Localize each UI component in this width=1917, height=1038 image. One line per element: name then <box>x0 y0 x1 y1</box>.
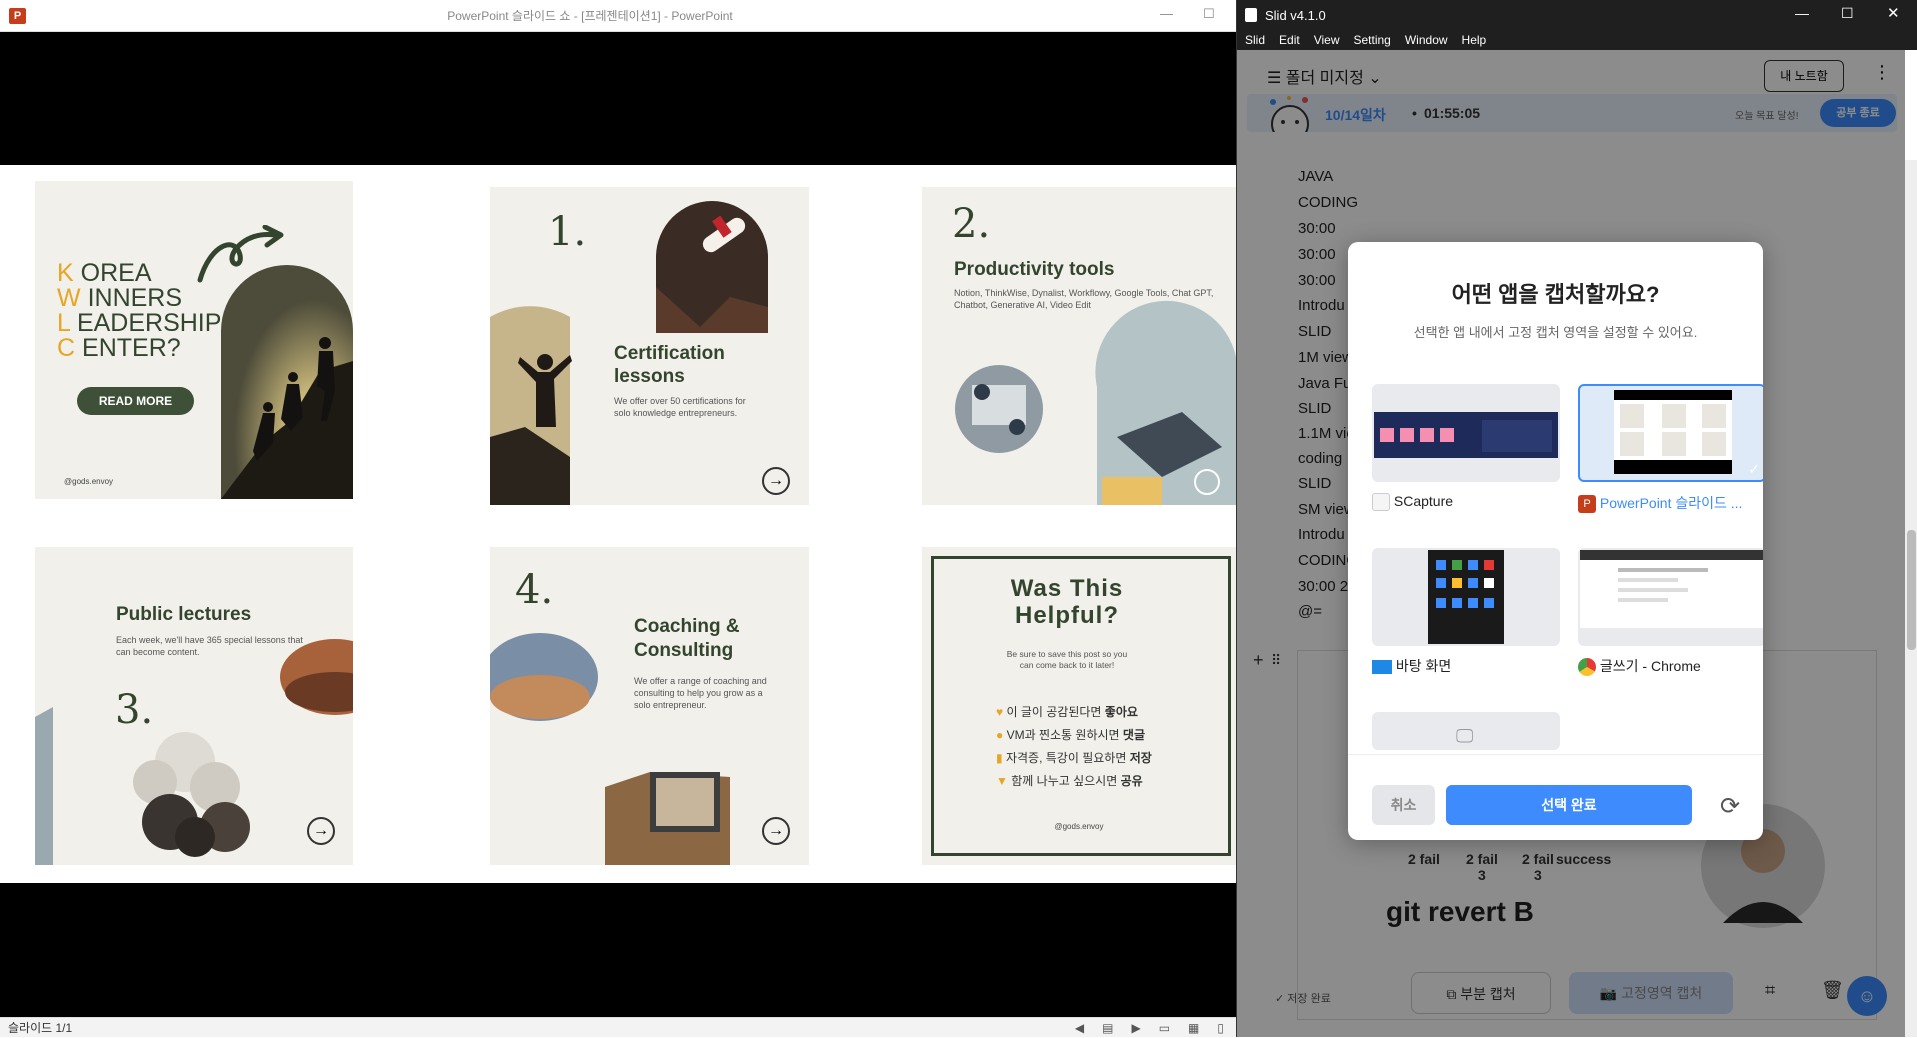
slid-titlebar: Slid v4.1.0 — ☐ ✕ <box>1237 0 1917 30</box>
powerpoint-window: P PowerPoint 슬라이드 쇼 - [프레젠테이션1] - PowerP… <box>0 0 1236 1037</box>
slid-menubar: Slid Edit View Setting Window Help <box>1237 30 1917 50</box>
handle-text: @gods.envoy <box>1054 822 1104 831</box>
confirm-button[interactable]: 선택 완료 <box>1446 785 1692 825</box>
action-list: ♥ 이 글이 공감된다면 좋아요 ● VM과 찐소통 원하시면 댓글 ▮ 자격증… <box>996 701 1152 793</box>
chrome-icon <box>1578 658 1596 677</box>
comment-icon: ● <box>996 728 1004 742</box>
list-item: ▼ 함께 나누고 싶으시면 공유 <box>996 774 1143 788</box>
sorter-view-icon[interactable]: ▦ <box>1188 1018 1199 1038</box>
monitor-icon: 🖵 <box>1456 726 1474 746</box>
menu-edit[interactable]: Edit <box>1279 30 1300 50</box>
arrow-circle-icon[interactable]: → <box>762 817 790 845</box>
next-slide-icon[interactable]: ▶ <box>1131 1018 1140 1038</box>
card-description: We offer over 50 certifications for solo… <box>614 396 746 418</box>
ppt-statusbar: 슬라이드 1/1 ◀ ▤ ▶ ▭ ▦ ▯ <box>0 1017 1236 1037</box>
card-productivity: 2. Productivity tools Notion, ThinkWise,… <box>922 187 1236 505</box>
maximize-icon[interactable]: ☐ <box>1841 5 1854 22</box>
app-tile-chrome[interactable] <box>1578 548 1763 646</box>
app-label-chrome[interactable]: 글쓰기 - Chrome <box>1578 656 1701 677</box>
close-icon[interactable]: ✕ <box>1887 4 1900 22</box>
app-tile-more[interactable]: 🖵 <box>1372 712 1560 750</box>
card-description: We offer a range of coaching and consult… <box>634 676 767 710</box>
list-item: ● VM과 찐소통 원하시면 댓글 <box>996 728 1146 742</box>
app-label-scapture[interactable]: SCapture <box>1372 493 1453 512</box>
slid-window-title: Slid v4.1.0 <box>1265 8 1326 23</box>
slid-app-icon <box>1245 8 1257 22</box>
card-description: Be sure to save this post so you can com… <box>1006 649 1128 670</box>
checkmark-icon: ✓ <box>1748 461 1760 477</box>
ppt-titlebar: P PowerPoint 슬라이드 쇼 - [프레젠테이션1] - PowerP… <box>0 0 1236 32</box>
modal-divider <box>1348 754 1763 755</box>
card-title: Coaching & Consulting <box>634 616 740 661</box>
scapture-icon <box>1372 493 1390 512</box>
modal-subtitle: 선택한 앱 내에서 고정 캡처 영역을 설정할 수 있어요. <box>1413 325 1698 340</box>
bookmark-icon: ▮ <box>996 751 1003 765</box>
minimize-icon[interactable]: — <box>1795 5 1809 21</box>
desktop-thumbnail <box>1428 550 1504 644</box>
maximize-icon[interactable]: ☐ <box>1203 6 1215 22</box>
read-more-button[interactable]: READ MORE <box>77 387 194 415</box>
app-label-desktop[interactable]: 바탕 화면 <box>1372 656 1451 676</box>
scrollbar[interactable] <box>1905 160 1917 1037</box>
arrow-circle-icon[interactable]: → <box>762 467 790 495</box>
modal-title: 어떤 앱을 캡처할까요? <box>1451 282 1660 307</box>
ppt-window-title: PowerPoint 슬라이드 쇼 - [프레젠테이션1] - PowerPoi… <box>447 9 733 23</box>
kwlc-heading: K OREA W INNERS L EADERSHIP C ENTER? <box>57 259 222 362</box>
card-coaching: 4. Coaching & Consulting We offer a rang… <box>490 547 809 865</box>
normal-view-icon[interactable]: ▭ <box>1159 1018 1170 1038</box>
refresh-icon[interactable]: ⟳ <box>1720 792 1740 821</box>
card-helpful: Was This Helpful? Be sure to save this p… <box>922 547 1236 865</box>
prev-slide-icon[interactable]: ◀ <box>1075 1018 1084 1038</box>
desktop-icon <box>1372 660 1392 675</box>
heart-icon: ♥ <box>996 705 1004 719</box>
scrollbar-thumb[interactable] <box>1907 530 1916 650</box>
card-certification: 1. Certification lessons We offer over 5… <box>490 187 809 505</box>
menu-help[interactable]: Help <box>1462 30 1487 50</box>
meeting-images <box>955 300 1236 505</box>
cancel-button[interactable]: 취소 <box>1372 785 1435 825</box>
arrow-circle-icon[interactable]: → <box>307 817 335 845</box>
menu-slid[interactable]: Slid <box>1245 30 1265 50</box>
slide-canvas[interactable]: K OREA W INNERS L EADERSHIP C ENTER? REA… <box>0 165 1236 883</box>
app-label-powerpoint[interactable]: P PowerPoint 슬라이드 ... <box>1578 493 1742 514</box>
menu-window[interactable]: Window <box>1405 30 1448 50</box>
share-icon: ▼ <box>996 774 1008 788</box>
card-title: Certification lessons <box>614 343 725 387</box>
powerpoint-thumbnail <box>1614 390 1732 474</box>
app-tile-desktop[interactable] <box>1372 548 1560 646</box>
list-item: ▮ 자격증, 특강이 필요하면 저장 <box>996 751 1152 765</box>
capture-app-modal: 어떤 앱을 캡처할까요? 선택한 앱 내에서 고정 캡처 영역을 설정할 수 있… <box>1348 242 1763 840</box>
app-tile-powerpoint[interactable]: ✓ <box>1578 384 1763 482</box>
lecture-images <box>35 639 353 865</box>
slide-counter: 슬라이드 1/1 <box>8 1021 73 1035</box>
app-tile-scapture[interactable] <box>1372 384 1560 482</box>
slide-list-icon[interactable]: ▤ <box>1102 1018 1113 1038</box>
list-item: ♥ 이 글이 공감된다면 좋아요 <box>996 705 1138 719</box>
reading-view-icon[interactable]: ▯ <box>1217 1018 1224 1038</box>
handle-text: @gods.envoy <box>64 477 114 486</box>
card-title: Was This Helpful? <box>1010 575 1124 629</box>
scapture-thumbnail <box>1374 412 1558 458</box>
menu-setting[interactable]: Setting <box>1354 30 1391 50</box>
menu-view[interactable]: View <box>1314 30 1340 50</box>
minimize-icon[interactable]: — <box>1160 6 1173 21</box>
chrome-thumbnail <box>1580 550 1763 628</box>
card-kwlc: K OREA W INNERS L EADERSHIP C ENTER? REA… <box>35 181 353 499</box>
powerpoint-icon: P <box>1578 495 1596 514</box>
card-lectures: Public lectures Each week, we'll have 36… <box>35 547 353 865</box>
